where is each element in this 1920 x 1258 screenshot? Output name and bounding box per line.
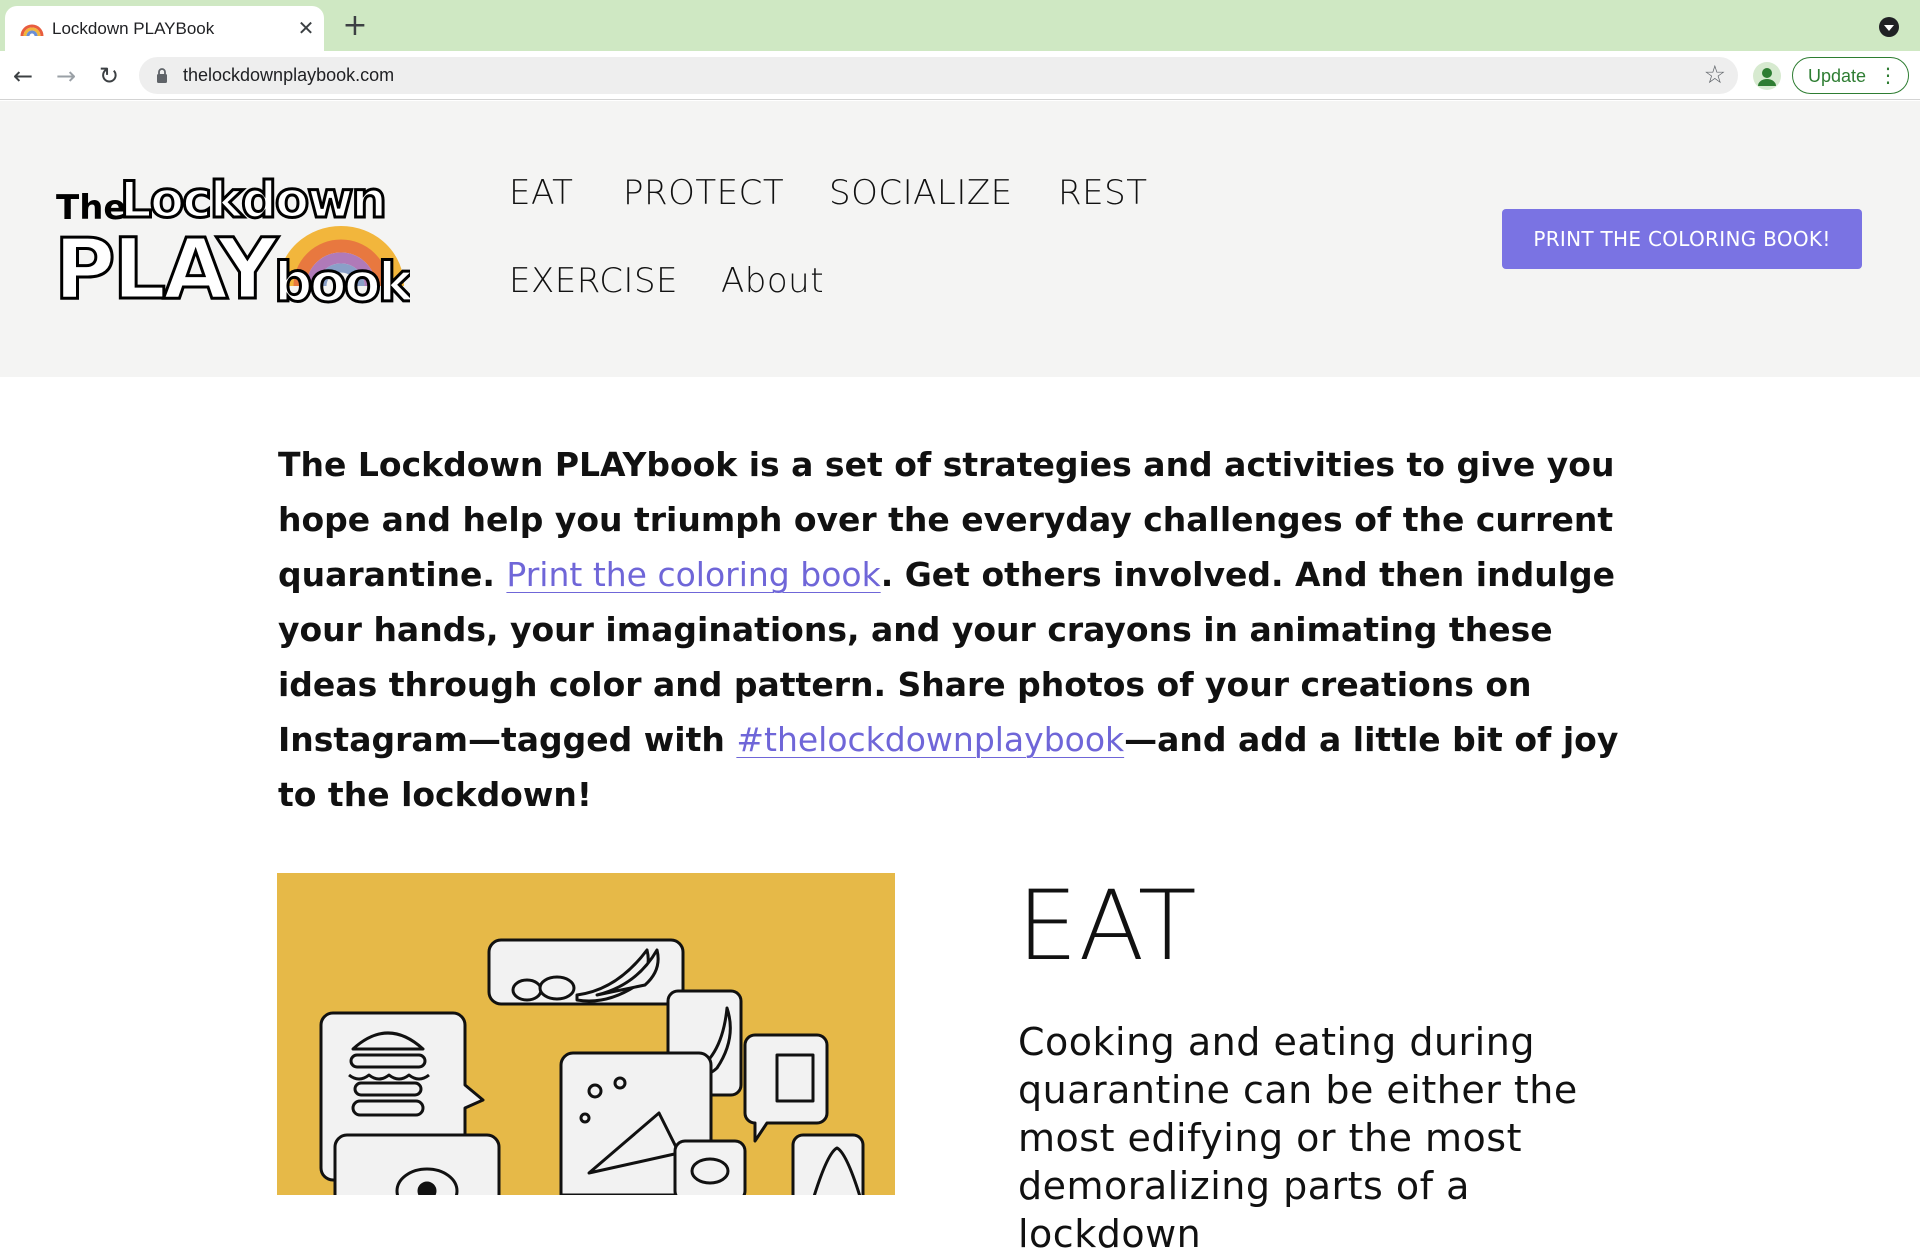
- url-text[interactable]: thelockdownplaybook.com: [183, 65, 394, 86]
- hashtag-link[interactable]: #thelockdownplaybook: [736, 720, 1124, 759]
- eat-illustration: [277, 873, 895, 1195]
- svg-text:PLAY: PLAY: [54, 220, 279, 311]
- back-arrow-icon[interactable]: ←: [7, 60, 39, 92]
- print-coloring-book-button[interactable]: PRINT THE COLORING BOOK!: [1502, 209, 1862, 269]
- nav-link-about[interactable]: About: [721, 261, 824, 301]
- bookmark-star-icon[interactable]: ☆: [1704, 61, 1726, 89]
- browser-toolbar: ← → ↻ thelockdownplaybook.com ☆ Update ⋮: [0, 51, 1920, 100]
- site-logo[interactable]: The Lockdown PLAY book: [54, 171, 410, 311]
- site-favicon-icon: [20, 24, 44, 37]
- nav-link-eat[interactable]: EAT: [509, 173, 573, 213]
- browser-tab[interactable]: Lockdown PLAYBook ✕: [5, 6, 324, 51]
- svg-text:book: book: [274, 251, 410, 311]
- profile-avatar-icon[interactable]: [1753, 62, 1781, 90]
- tab-search-icon[interactable]: [1879, 17, 1899, 37]
- browser-update-button[interactable]: Update ⋮: [1792, 57, 1909, 94]
- eat-section-title: EAT: [1017, 870, 1198, 982]
- eat-section-description: Cooking and eating during quarantine can…: [1018, 1020, 1578, 1256]
- tab-title: Lockdown PLAYBook: [52, 19, 215, 38]
- nav-link-socialize[interactable]: SOCIALIZE: [829, 173, 1013, 213]
- food-doodles-illustration: [319, 938, 865, 1195]
- intro-paragraph: The Lockdown PLAYbook is a set of strate…: [278, 437, 1658, 822]
- lock-icon: [157, 68, 167, 83]
- new-tab-icon[interactable]: +: [340, 11, 370, 42]
- address-bar[interactable]: thelockdownplaybook.com ☆: [139, 57, 1738, 94]
- update-label: Update: [1808, 66, 1867, 86]
- more-menu-icon[interactable]: ⋮: [1878, 63, 1898, 87]
- print-coloring-book-link[interactable]: Print the coloring book: [506, 555, 880, 594]
- browser-tabstrip: Lockdown PLAYBook ✕ +: [0, 0, 1920, 51]
- forward-arrow-icon[interactable]: →: [50, 60, 82, 92]
- nav-link-exercise[interactable]: EXERCISE: [509, 261, 678, 301]
- close-tab-icon[interactable]: ✕: [293, 15, 319, 41]
- site-header: The Lockdown PLAY book EAT PROTECT SOCIA…: [0, 101, 1920, 377]
- reload-icon[interactable]: ↻: [93, 60, 125, 92]
- nav-link-rest[interactable]: REST: [1058, 173, 1147, 213]
- nav-link-protect[interactable]: PROTECT: [623, 173, 784, 213]
